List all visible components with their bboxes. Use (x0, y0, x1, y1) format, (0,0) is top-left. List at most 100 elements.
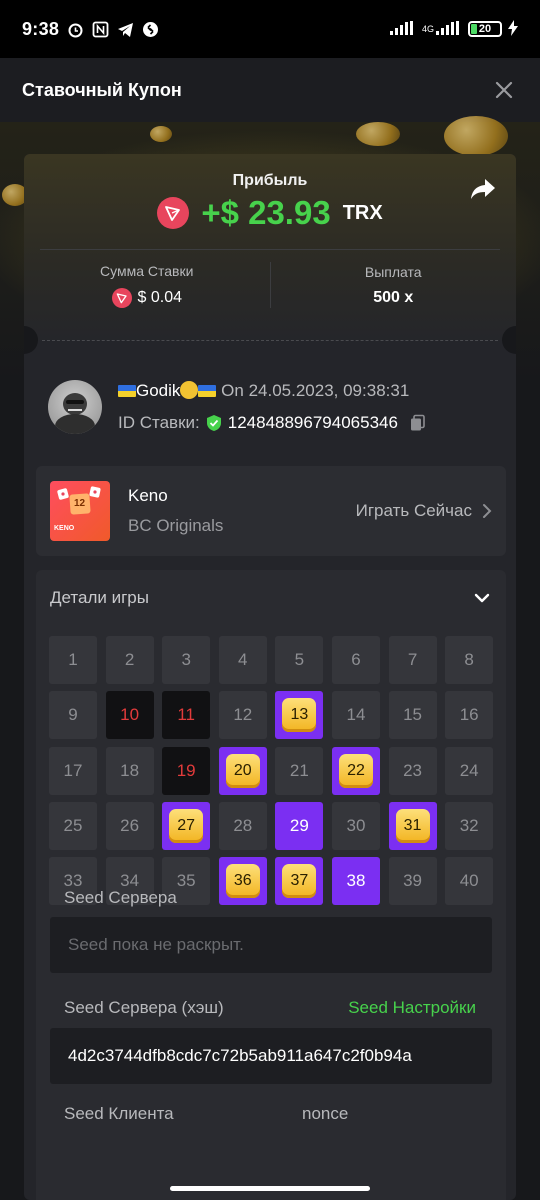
keno-cell-28: 28 (218, 801, 267, 850)
keno-cell-26: 26 (105, 801, 154, 850)
verified-shield-icon (206, 415, 221, 431)
keno-cell-39: 39 (388, 857, 437, 906)
gem-icon: 37 (282, 864, 317, 899)
keno-cell-40: 40 (445, 857, 494, 906)
keno-cell-11: 11 (162, 691, 211, 740)
keno-cell-16: 16 (445, 691, 494, 740)
server-hash-field[interactable]: 4d2c3744dfb8cdc7c72b5ab911a647c2f0b94a (50, 1028, 492, 1084)
payout-label: Выплата (364, 263, 422, 280)
keno-cell-29: 29 (275, 801, 324, 850)
keno-cell-14: 14 (331, 691, 380, 740)
share-icon (471, 179, 495, 199)
gem-icon: 31 (395, 808, 430, 843)
money-face-emoji-icon (180, 381, 199, 399)
keno-cell-38: 38 (331, 857, 380, 906)
payout-value: 500 x (373, 288, 414, 306)
client-seed-label: Seed Клиента (64, 1104, 174, 1123)
signal-icon (389, 20, 416, 38)
date-prefix: On (221, 381, 244, 400)
signal-icon-2 (436, 20, 462, 38)
keno-cell-22: 22 (331, 746, 380, 795)
keno-cell-4: 4 (218, 636, 267, 684)
keno-cell-23: 23 (388, 746, 437, 795)
telegram-icon (117, 21, 134, 38)
status-icons-right: 4G 20 (389, 19, 518, 39)
bet-date: 24.05.2023, 09:38:31 (248, 381, 410, 400)
status-bar: 9:38 4G 20 (0, 0, 540, 58)
alarm-icon (67, 21, 84, 38)
gem-icon: 20 (225, 753, 260, 788)
keno-cell-20: 20 (218, 746, 267, 795)
chevron-down-icon (474, 593, 490, 603)
keno-cell-25: 25 (49, 801, 97, 850)
bet-amount-label: Сумма Ставки (100, 262, 194, 279)
thumb-number: 12 (74, 498, 86, 509)
keno-cell-32: 32 (445, 801, 494, 850)
shazam-icon (142, 21, 159, 38)
profit-section: Прибыль +$ 23.93 TRX Сумма Ставки $ 0.04 (24, 154, 516, 340)
keno-cell-1: 1 (49, 636, 97, 684)
coupon-header: Ставочный Купон (0, 58, 540, 122)
keno-cell-18: 18 (105, 746, 154, 795)
copy-icon[interactable] (409, 414, 427, 432)
gem-icon: 36 (225, 864, 260, 899)
server-hash-label: Seed Сервера (хэш) (64, 998, 224, 1017)
keno-cell-5: 5 (275, 636, 324, 684)
keno-cell-27: 27 (162, 801, 211, 850)
gem-icon: 13 (282, 698, 317, 733)
game-provider: BC Originals (128, 516, 224, 535)
close-icon (495, 81, 513, 99)
game-details-toggle[interactable]: Детали игры (36, 570, 506, 626)
network-type: 4G (421, 24, 434, 34)
keno-cell-13: 13 (275, 691, 324, 740)
nfc-icon (92, 21, 109, 38)
battery-icon: 20 (468, 21, 502, 37)
home-indicator[interactable] (170, 1186, 370, 1191)
bettor-name[interactable]: Godik (136, 381, 180, 400)
game-info: Keno BC Originals (128, 486, 223, 536)
seed-settings-link[interactable]: Seed Настройки (348, 998, 476, 1018)
keno-cell-2: 2 (105, 636, 154, 684)
bet-id-line: ID Ставки: 124848896794065346 (118, 413, 427, 433)
bet-coupon-card: Прибыль +$ 23.93 TRX Сумма Ставки $ 0.04 (24, 154, 516, 1200)
keno-cell-21: 21 (275, 746, 324, 795)
keno-cell-37: 37 (275, 857, 324, 906)
status-icons-left (67, 21, 159, 38)
close-button[interactable] (490, 76, 518, 104)
status-time: 9:38 (22, 18, 60, 39)
keno-cell-30: 30 (331, 801, 380, 850)
gem-icon: 27 (169, 808, 204, 843)
ukraine-flag-icon (118, 385, 136, 397)
keno-cell-17: 17 (49, 746, 97, 795)
server-seed-field: Seed пока не раскрыт. (50, 917, 492, 973)
server-seed-label: Seed Сервера (64, 888, 177, 907)
bettor-line: Godik On 24.05.2023, 09:38:31 (118, 381, 427, 401)
keno-cell-19: 19 (162, 746, 211, 795)
gem-icon: 22 (338, 753, 373, 788)
play-now-link[interactable]: Играть Сейчас (356, 501, 492, 521)
charging-icon (508, 19, 518, 39)
game-link-row[interactable]: 12 KENO Keno BC Originals Играть Сейчас (36, 466, 506, 556)
bet-amount-stat: Сумма Ставки $ 0.04 (24, 250, 270, 320)
share-button[interactable] (468, 174, 498, 204)
thumb-label: KENO (54, 525, 75, 532)
bet-id-label: ID Ставки: (118, 413, 200, 432)
game-details-panel: Детали игры 1 2 3 4 5 6 7 8 9 10 11 12 13 14 15 16 17 18 1… (36, 570, 506, 1200)
profit-currency: TRX (342, 201, 383, 224)
profit-label: Прибыль (232, 172, 308, 189)
page-title: Ставочный Купон (22, 79, 182, 100)
keno-cell-36: 36 (218, 857, 267, 906)
nonce-label: nonce (302, 1104, 349, 1123)
battery-level: 20 (478, 23, 492, 35)
bettor-details: Godik On 24.05.2023, 09:38:31 ID Ставки:… (118, 381, 427, 433)
ukraine-flag-icon (198, 385, 217, 397)
profit-row: +$ 23.93 TRX (24, 194, 516, 232)
keno-cell-24: 24 (445, 746, 494, 795)
avatar[interactable] (48, 380, 102, 434)
keno-cell-9: 9 (49, 691, 97, 740)
chevron-right-icon (483, 504, 492, 518)
keno-cell-12: 12 (218, 691, 267, 740)
keno-cell-3: 3 (162, 636, 211, 684)
keno-number-grid: 1 2 3 4 5 6 7 8 9 10 11 12 13 14 15 16 17 18 19 20 21 22 23 24 2… (49, 636, 494, 906)
game-name: Keno (128, 486, 168, 505)
